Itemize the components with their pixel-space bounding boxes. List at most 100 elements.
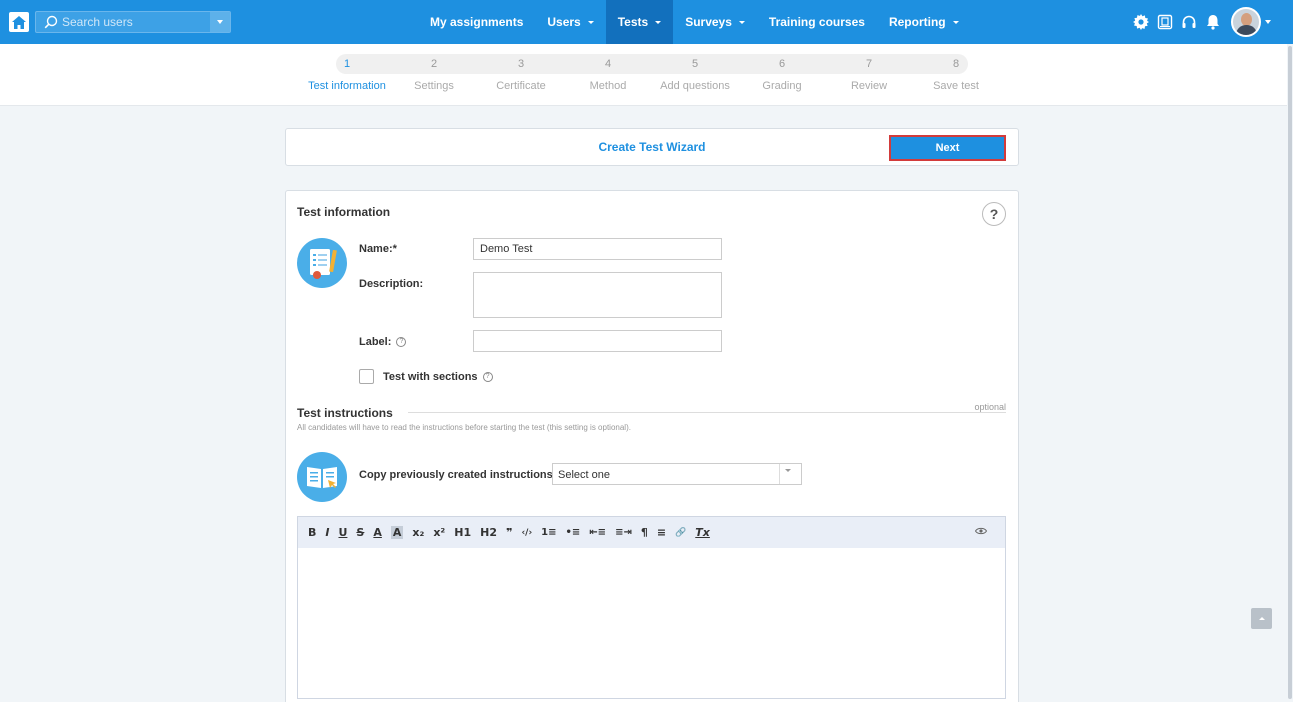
font-color-button[interactable]: A <box>373 526 382 539</box>
description-label: Description: <box>359 278 424 290</box>
step-number: 8 <box>952 58 960 70</box>
test-with-sections-checkbox[interactable] <box>359 369 374 384</box>
eye-icon <box>974 527 988 535</box>
help-button[interactable]: ? <box>982 202 1006 226</box>
section-divider <box>408 412 1006 413</box>
preview-button[interactable] <box>974 526 988 538</box>
knowledge-base-button[interactable] <box>1153 12 1177 32</box>
step-number: 6 <box>778 58 786 70</box>
label-field[interactable] <box>473 330 722 352</box>
name-field[interactable] <box>473 238 722 260</box>
copy-instructions-value: Select one <box>558 469 610 481</box>
instructions-note: All candidates will have to read the ins… <box>297 423 631 432</box>
editor-toolbar: B I U S A A x₂ x² H1 H2 ❞ ‹/› 1≡ •≡ ⇤≡ ≡… <box>297 516 1006 549</box>
step-label-certificate: Certificate <box>496 80 546 92</box>
nav-label: Surveys <box>685 15 732 29</box>
link-button[interactable]: 🔗 <box>675 528 686 538</box>
scroll-to-top-button[interactable] <box>1251 608 1272 629</box>
copy-instructions-select[interactable]: Select one <box>552 463 802 485</box>
nav-reporting[interactable]: Reporting <box>877 0 971 44</box>
avatar[interactable] <box>1231 7 1261 37</box>
step-number: 2 <box>430 58 438 70</box>
gear-icon <box>1133 14 1149 30</box>
instructions-editor[interactable] <box>297 548 1006 699</box>
settings-button[interactable] <box>1129 12 1153 32</box>
ordered-list-button[interactable]: 1≡ <box>541 527 556 538</box>
chevron-down-icon <box>738 20 745 24</box>
step-label-test-information[interactable]: Test information <box>297 80 397 92</box>
optional-tag: optional <box>974 402 1006 412</box>
page-scrollbar[interactable] <box>1287 44 1293 702</box>
step-number: 4 <box>604 58 612 70</box>
avatar-body <box>1236 25 1257 35</box>
background-color-button[interactable]: A <box>390 526 404 539</box>
superscript-button[interactable]: x² <box>433 526 445 539</box>
bold-button[interactable]: B <box>308 526 316 539</box>
notifications-button[interactable] <box>1201 12 1225 32</box>
description-field[interactable] <box>473 272 722 318</box>
clear-format-button[interactable]: Tx <box>695 526 710 539</box>
label-label-text: Label: <box>359 336 392 348</box>
home-button[interactable] <box>9 12 29 32</box>
chevron-down-icon <box>587 20 594 24</box>
name-label: Name:* <box>359 243 397 255</box>
nav-my-assignments[interactable]: My assignments <box>418 0 535 44</box>
indent-button[interactable]: ≡⇥ <box>615 527 632 538</box>
step-number: 5 <box>691 58 699 70</box>
nav-right-tools <box>1129 0 1271 44</box>
headset-icon <box>1182 15 1196 28</box>
nav-label: Reporting <box>888 15 946 29</box>
section-title-test-information: Test information <box>297 205 391 219</box>
subscript-button[interactable]: x₂ <box>412 526 424 539</box>
instructions-book-icon <box>297 452 347 502</box>
test-with-sections-label[interactable]: Test with sections ? <box>383 371 493 383</box>
step-label-add-questions: Add questions <box>660 80 730 92</box>
main-menu: My assignments Users Tests Surveys Train… <box>418 0 971 44</box>
italic-button[interactable]: I <box>325 526 329 539</box>
info-icon[interactable]: ? <box>482 372 493 382</box>
nav-surveys[interactable]: Surveys <box>673 0 757 44</box>
heading-2-button[interactable]: H2 <box>480 526 497 539</box>
nav-label: Tests <box>617 15 649 29</box>
search-box[interactable] <box>35 11 231 33</box>
step-number: 7 <box>865 58 873 70</box>
scrollbar-thumb[interactable] <box>1288 209 1292 699</box>
outdent-button[interactable]: ⇤≡ <box>589 527 606 538</box>
next-button[interactable]: Next <box>889 135 1006 161</box>
step-label-settings: Settings <box>414 80 454 92</box>
align-button[interactable]: ≡ <box>657 526 666 539</box>
chevron-down-icon[interactable] <box>1265 20 1271 24</box>
book-icon <box>1157 14 1173 30</box>
bullet-list-button[interactable]: •≡ <box>566 527 581 538</box>
step-label-grading: Grading <box>762 80 802 92</box>
scrollbar-thumb[interactable] <box>1288 46 1292 212</box>
select-dropdown-toggle[interactable] <box>779 464 801 484</box>
wizard-stepper <box>0 44 1293 106</box>
chevron-down-icon <box>952 20 959 24</box>
blockquote-button[interactable]: ❞ <box>506 526 512 539</box>
step-label-save-test: Save test <box>933 80 979 92</box>
nav-training-courses[interactable]: Training courses <box>757 0 877 44</box>
nav-label: My assignments <box>430 15 524 29</box>
search-input[interactable] <box>62 14 212 30</box>
search-filter-dropdown[interactable] <box>210 12 230 32</box>
underline-button[interactable]: U <box>338 526 347 539</box>
chevron-up-icon <box>1258 617 1265 620</box>
bell-icon <box>1207 15 1219 30</box>
step-number[interactable]: 1 <box>327 58 367 70</box>
nav-users[interactable]: Users <box>535 0 605 44</box>
info-icon[interactable]: ? <box>396 337 407 347</box>
heading-1-button[interactable]: H1 <box>454 526 471 539</box>
support-button[interactable] <box>1177 12 1201 32</box>
home-icon <box>12 15 26 29</box>
nav-tests[interactable]: Tests <box>605 0 674 44</box>
copy-instructions-label: Copy previously created instructions: <box>359 469 557 481</box>
step-label-method: Method <box>589 80 627 92</box>
chevron-down-icon <box>217 20 223 24</box>
code-button[interactable]: ‹/› <box>521 528 532 538</box>
nav-label: Users <box>547 15 581 29</box>
text-direction-button[interactable]: ¶ <box>641 526 648 539</box>
section-title-test-instructions: Test instructions <box>297 406 393 420</box>
chevron-down-icon <box>785 469 791 472</box>
strike-button[interactable]: S <box>356 526 364 539</box>
